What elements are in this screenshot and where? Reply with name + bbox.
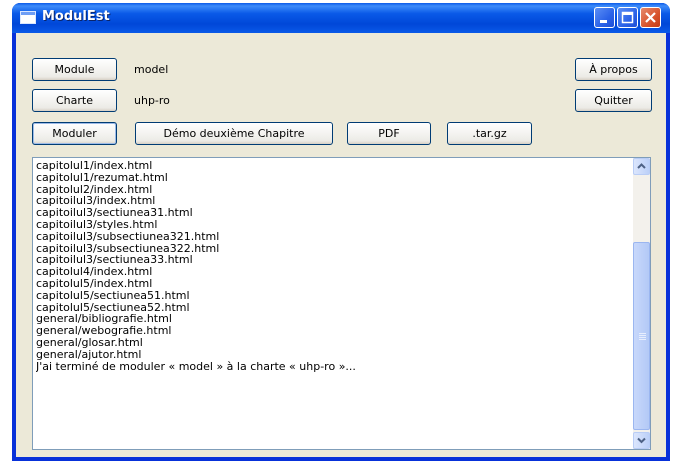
vertical-scrollbar[interactable] [633,158,650,449]
log-line: general/glosar.html [36,335,143,349]
close-icon [645,12,656,23]
log-line: capitoilul3/subsectiunea321.html [36,229,220,243]
log-line: capitoilul3/styles.html [36,217,158,231]
pdf-button[interactable]: PDF [347,122,431,145]
log-line: J'ai terminé de moduler « model » à la c… [36,359,356,373]
maximize-icon [621,11,634,24]
window-client-area: Module model À propos Charte uhp-ro Quit… [16,33,666,457]
app-icon [20,11,36,24]
app-window: ModulEst Module model À propos Charte uh… [12,3,670,461]
scroll-up-button[interactable] [633,158,650,175]
log-lines: capitolul1/index.html capitolul1/rezumat.… [36,160,630,372]
title-bar[interactable]: ModulEst [12,3,670,33]
about-button[interactable]: À propos [575,58,652,81]
quit-button[interactable]: Quitter [575,89,652,112]
chevron-up-icon [637,163,646,169]
log-line: capitolul5/sectiunea51.html [36,288,190,302]
module-value: model [134,63,169,76]
minimize-button[interactable] [594,7,615,28]
charte-value: uhp-ro [134,94,170,107]
scroll-down-button[interactable] [633,432,650,449]
maximize-button[interactable] [617,7,638,28]
module-button[interactable]: Module [32,58,117,81]
output-log[interactable]: capitolul1/index.html capitolul1/rezumat.… [32,157,651,450]
log-line: capitolul5/index.html [36,276,153,290]
log-line: capitolul1/rezumat.html [36,170,168,184]
targz-button[interactable]: .tar.gz [447,122,532,145]
scroll-thumb[interactable] [633,242,650,430]
minimize-icon [600,20,607,23]
window-title: ModulEst [42,9,110,24]
moduler-button[interactable]: Moduler [32,122,117,145]
log-line: general/ajutor.html [36,347,142,361]
demo-chapter-button[interactable]: Démo deuxième Chapitre [135,122,333,145]
chevron-down-icon [637,437,646,444]
close-button[interactable] [640,7,661,28]
charte-button[interactable]: Charte [32,89,117,112]
